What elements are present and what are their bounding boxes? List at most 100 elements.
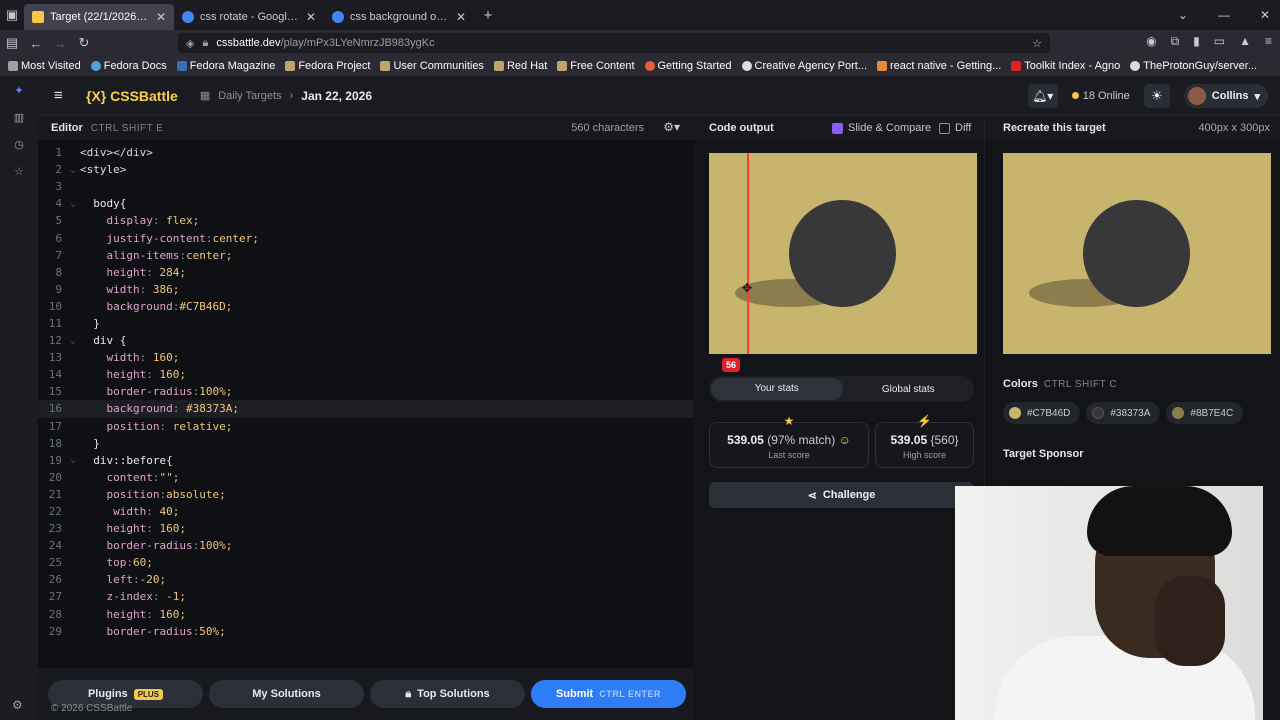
tab-global-stats[interactable]: Global stats: [843, 384, 975, 395]
bookmark-item[interactable]: User Communities: [380, 60, 484, 72]
close-tab-icon[interactable]: ✕: [456, 10, 466, 24]
reload-icon[interactable]: ↻: [72, 35, 96, 51]
container-icon[interactable]: ▮: [1193, 34, 1200, 49]
tab-overflow-icon[interactable]: ⌄: [1178, 8, 1188, 22]
bookmark-star-icon[interactable]: ☆: [1032, 37, 1042, 50]
bookmark-item[interactable]: Red Hat: [493, 60, 547, 72]
bookmarks-icon[interactable]: ☆: [14, 165, 24, 178]
notifications-button[interactable]: 🔔︎▾: [1027, 84, 1058, 108]
theme-toggle-button[interactable]: ☀: [1143, 84, 1170, 108]
code-line[interactable]: 7 align-items:center;: [38, 247, 694, 264]
color-chip[interactable]: #8B7E4C: [1166, 402, 1244, 424]
line-number: 26: [48, 573, 62, 587]
code-line[interactable]: 22 width: 40;: [38, 503, 694, 520]
editor-settings-icon[interactable]: ⚙▾: [663, 120, 680, 134]
url-bar[interactable]: ◈ 🔒︎ cssbattle.dev/play/mPx3LYeNmrzJB983…: [178, 33, 1050, 53]
screenshot-icon[interactable]: ▭: [1214, 34, 1225, 49]
bookmark-item[interactable]: Creative Agency Port...: [741, 60, 867, 72]
logo[interactable]: {X} CSSBattle: [86, 88, 178, 104]
user-menu-button[interactable]: Collins ▾: [1183, 84, 1268, 108]
hamburger-menu-icon[interactable]: ≡: [54, 87, 68, 104]
code-line[interactable]: 19 ⌄ div::before{: [38, 452, 694, 469]
my-solutions-button[interactable]: My Solutions: [209, 680, 364, 708]
color-chip[interactable]: #38373A: [1086, 402, 1161, 424]
code-line[interactable]: 17 position: relative;: [38, 418, 694, 435]
history-icon[interactable]: ◷: [14, 138, 24, 151]
fold-chevron-icon[interactable]: ⌄: [66, 336, 80, 346]
output-canvas[interactable]: ✥: [709, 153, 977, 354]
code-line[interactable]: 6 justify-content:center;: [38, 229, 694, 246]
ai-icon[interactable]: ✦: [14, 84, 23, 97]
browser-tab[interactable]: css rotate - Google Sea ✕: [174, 4, 324, 30]
bookmark-item[interactable]: Fedora Magazine: [176, 60, 275, 72]
minimize-icon[interactable]: —: [1218, 8, 1230, 22]
menu-icon[interactable]: ≡: [1265, 34, 1272, 49]
code-line[interactable]: 24 border-radius:100%;: [38, 537, 694, 554]
back-icon[interactable]: ←: [24, 36, 48, 51]
new-tab-icon[interactable]: +: [474, 7, 502, 24]
code-text: background:#C7B46D;: [106, 299, 233, 313]
code-line[interactable]: 18 }: [38, 435, 694, 452]
code-line[interactable]: 27 z-index: -1;: [38, 588, 694, 605]
code-line[interactable]: 5 display: flex;: [38, 212, 694, 229]
slide-compare-toggle[interactable]: Slide & Compare: [832, 122, 931, 134]
extension-icon[interactable]: ◉: [1146, 34, 1156, 49]
code-line[interactable]: 9 width: 386;: [38, 281, 694, 298]
top-solutions-button[interactable]: 🔒︎ Top Solutions: [370, 680, 525, 708]
code-line[interactable]: 15 border-radius:100%;: [38, 383, 694, 400]
code-line[interactable]: 28 height: 160;: [38, 606, 694, 623]
code-line[interactable]: 16 background: #38373A;: [38, 400, 694, 418]
code-editor[interactable]: 1 <div></div> 2 ⌄ <style> 3 4 ⌄ body{5 display:…: [38, 144, 694, 640]
code-line[interactable]: 25 top:60;: [38, 554, 694, 571]
code-line[interactable]: 13 width: 160;: [38, 349, 694, 366]
browser-tab[interactable]: css background opacity ✕: [324, 4, 474, 30]
code-text: }: [80, 436, 100, 450]
account-icon[interactable]: ▲: [1239, 34, 1251, 49]
bookmark-item[interactable]: Fedora Project: [285, 60, 370, 72]
code-line[interactable]: 10 background:#C7B46D;: [38, 298, 694, 315]
bookmark-item[interactable]: Getting Started: [644, 60, 732, 72]
line-number: 8: [55, 265, 62, 279]
fold-chevron-icon[interactable]: ⌄: [66, 455, 80, 465]
color-chip[interactable]: #C7B46D: [1003, 402, 1081, 424]
diff-toggle[interactable]: Diff: [939, 122, 971, 134]
code-line[interactable]: 3: [38, 178, 694, 195]
bookmark-item[interactable]: TheProtonGuy/server...: [1130, 60, 1257, 72]
browser-tab[interactable]: Target (22/1/2026) - CS ✕: [24, 4, 174, 30]
sidebar-toggle-icon[interactable]: ▤: [0, 35, 24, 51]
code-line[interactable]: 21 position:absolute;: [38, 486, 694, 503]
code-line[interactable]: 11 }: [38, 315, 694, 332]
submit-button[interactable]: Submit CTRL ENTER: [531, 680, 686, 708]
code-line[interactable]: 4 ⌄ body{: [38, 195, 694, 212]
tab-list-icon[interactable]: ▣: [0, 7, 24, 23]
close-window-icon[interactable]: ✕: [1260, 8, 1270, 22]
breadcrumb-daily-targets[interactable]: Daily Targets: [218, 90, 281, 102]
synced-tabs-icon[interactable]: ▥: [14, 111, 24, 124]
challenge-button[interactable]: ⋖ Challenge: [709, 482, 974, 508]
compare-slider-line[interactable]: [747, 153, 749, 354]
close-tab-icon[interactable]: ✕: [156, 10, 166, 24]
output-title: Code output: [709, 122, 774, 134]
close-tab-icon[interactable]: ✕: [306, 10, 316, 24]
bookmark-item[interactable]: Fedora Docs: [90, 60, 167, 72]
puzzle-icon[interactable]: ⧉: [1171, 34, 1180, 49]
code-line[interactable]: 26 left:-20;: [38, 571, 694, 588]
bookmark-item[interactable]: Most Visited: [8, 60, 81, 72]
code-line[interactable]: 29 border-radius:50%;: [38, 623, 694, 640]
bookmark-item[interactable]: react native - Getting...: [877, 60, 1001, 72]
tab-your-stats[interactable]: Your stats: [711, 378, 843, 400]
forward-icon[interactable]: →: [48, 36, 72, 51]
code-line[interactable]: 20 content:"";: [38, 469, 694, 486]
code-line[interactable]: 14 height: 160;: [38, 366, 694, 383]
fold-chevron-icon[interactable]: ⌄: [66, 165, 80, 175]
code-text: top:60;: [106, 556, 153, 570]
code-line[interactable]: 2 ⌄ <style>: [38, 161, 694, 178]
code-line[interactable]: 1 <div></div>: [38, 144, 694, 161]
fold-chevron-icon[interactable]: ⌄: [66, 199, 80, 209]
code-line[interactable]: 23 height: 160;: [38, 520, 694, 537]
bookmark-item[interactable]: Toolkit Index - Agno: [1011, 60, 1120, 72]
customize-sidebar-icon[interactable]: ⚙: [12, 698, 23, 712]
code-line[interactable]: 8 height: 284;: [38, 264, 694, 281]
bookmark-item[interactable]: Free Content: [557, 60, 635, 72]
code-line[interactable]: 12 ⌄ div {: [38, 332, 694, 349]
